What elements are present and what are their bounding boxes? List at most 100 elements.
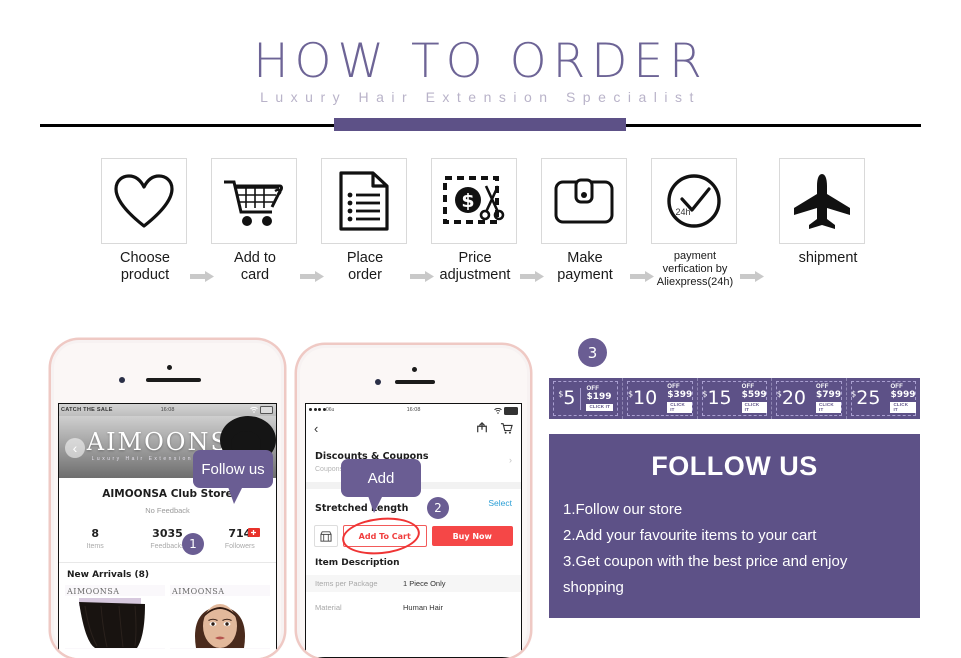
back-icon[interactable]: ‹	[314, 422, 318, 435]
coupon-divider	[580, 387, 582, 410]
step-label: Place order	[346, 250, 384, 283]
coupon-details: OFF $599 CLICK IT	[741, 384, 767, 413]
step-icon-box	[211, 158, 297, 244]
select-link[interactable]: Select	[488, 498, 512, 508]
coupon-details: OFF $399 CLICK IT	[667, 384, 693, 413]
follow-us-panel: FOLLOW US 1.Follow our store 2.Add your …	[549, 434, 920, 618]
status-indicators	[250, 406, 273, 414]
header: HOW TO ORDER Luxury Hair Extension Speci…	[0, 0, 961, 140]
nav-actions	[476, 422, 513, 434]
step-icon-box	[101, 158, 187, 244]
coupon-item[interactable]: $10 OFF $399 CLICK IT	[623, 378, 698, 419]
phone-camera-icon	[119, 377, 125, 383]
phone-speaker-icon	[395, 380, 435, 384]
step-icon-box	[541, 158, 627, 244]
clock-24h-label: 24h	[675, 207, 690, 217]
row-label: Stretched Length	[315, 503, 409, 514]
coupon-amount: $10	[627, 387, 658, 409]
header-divider-accent	[334, 118, 626, 131]
coupon-details: OFF $199 CLICK IT	[586, 386, 614, 411]
phone2-screen: 06u 16:08 ‹ Discounts & Coupons Coupons …	[305, 403, 522, 658]
document-list-icon	[339, 171, 389, 231]
coupon-click-it-button[interactable]: CLICK IT	[741, 402, 767, 413]
share-icon[interactable]	[476, 422, 488, 434]
coupon-item[interactable]: $15 OFF $599 CLICK IT	[698, 378, 773, 419]
step-badge-2: 2	[427, 497, 449, 519]
stat-followers: 714 Followers	[204, 527, 276, 550]
add-bubble-label: Add	[367, 469, 395, 487]
step-icon-box: $	[431, 158, 517, 244]
step-price-adjustment: $ Price adjustment	[431, 158, 519, 284]
coupon-item[interactable]: $25 OFF $999 CLICK IT	[847, 378, 920, 419]
phone-proximity-sensor-icon	[412, 367, 417, 372]
follow-plus-badge-icon[interactable]	[247, 528, 260, 537]
phone2-status-bar: 06u 16:08	[306, 404, 521, 416]
coupon-details: OFF $799 CLICK IT	[816, 384, 842, 413]
product-card[interactable]: AIMOONSA	[170, 585, 270, 649]
page-subtitle: Luxury Hair Extension Specialist	[260, 89, 701, 105]
step-place-order: Place order	[321, 158, 409, 284]
step-label: shipment	[798, 250, 858, 266]
add-bubble: Add	[341, 459, 421, 513]
step-label: Make payment	[557, 250, 613, 283]
battery-icon	[504, 407, 518, 415]
coupon-strip: $5 OFF $199 CLICK IT $10 OFF $399 CLICK …	[549, 378, 920, 419]
cart-icon[interactable]	[500, 422, 513, 434]
wallet-icon	[554, 178, 614, 224]
wifi-icon	[494, 408, 502, 414]
chevron-right-icon[interactable]: ›	[509, 455, 512, 465]
order-steps: Choose product Add to card Place order $…	[0, 158, 961, 298]
bubble-tail-icon	[367, 493, 384, 513]
coupon-click-it-button[interactable]: CLICK IT	[586, 404, 614, 411]
price-cut-dollar-icon: $	[443, 176, 505, 224]
step-icon-box: 24h	[651, 158, 737, 244]
phone-camera-icon	[375, 379, 381, 385]
store-icon[interactable]	[314, 525, 338, 547]
status-time: 16:08	[406, 407, 421, 413]
product-card[interactable]: AIMOONSA	[65, 585, 165, 649]
step-label: Add to card	[234, 250, 276, 283]
step-arrow-icon	[740, 271, 764, 282]
follow-us-title: FOLLOW US	[651, 451, 818, 481]
item-description-heading: Item Description	[315, 558, 400, 568]
phone2-nav-bar: ‹	[306, 416, 521, 443]
heart-icon	[114, 173, 174, 228]
clock-check-icon: 24h	[667, 174, 721, 228]
step-label: Price adjustment	[439, 250, 511, 283]
coupon-inner: $20 OFF $799 CLICK IT	[776, 381, 842, 416]
phone1-screen: CATCH THE SALE 16:08 AIMOONSA Luxury Hai…	[58, 403, 277, 658]
page-title: HOW TO ORDER	[253, 34, 708, 89]
coupon-inner: $5 OFF $199 CLICK IT	[553, 381, 619, 416]
step-choose-product: Choose product	[101, 158, 189, 284]
coupon-amount: $5	[558, 387, 576, 409]
battery-icon	[260, 406, 273, 414]
step-make-payment: Make payment	[541, 158, 629, 284]
buy-now-button[interactable]: Buy Now	[431, 526, 513, 546]
list-item: 2.Add your favourite items to your cart	[563, 527, 817, 544]
back-button[interactable]: ‹	[65, 438, 85, 458]
step-label: Choose product	[120, 250, 170, 283]
phone1-status-bar: CATCH THE SALE 16:08	[59, 404, 276, 416]
bubble-tail-icon	[227, 484, 244, 504]
coupon-click-it-button[interactable]: CLICK IT	[667, 402, 693, 413]
coupon-click-it-button[interactable]: CLICK IT	[890, 402, 916, 413]
step-icon-box	[779, 158, 865, 244]
stat-items: 8 Items	[86, 527, 104, 550]
coupon-inner: $10 OFF $399 CLICK IT	[627, 381, 693, 416]
step-label: payment verfication by Aliexpress(24h)	[656, 250, 734, 288]
coupon-click-it-button[interactable]: CLICK IT	[816, 402, 842, 413]
coupon-item[interactable]: $20 OFF $799 CLICK IT	[772, 378, 847, 419]
airplane-icon	[794, 174, 850, 229]
step-badge-3: 3	[578, 338, 607, 367]
list-item: 3.Get coupon with the best price and enj…	[563, 553, 848, 570]
step-payment-verification: 24h payment verfication by Aliexpress(24…	[651, 158, 739, 289]
how-to-order-infographic: HOW TO ORDER Luxury Hair Extension Speci…	[0, 0, 961, 658]
coupon-item[interactable]: $5 OFF $199 CLICK IT	[549, 378, 624, 419]
svg-text:$: $	[461, 190, 474, 212]
follow-us-instructions: 1.Follow our store 2.Add your favourite …	[549, 482, 920, 601]
phone-mockup-store: CATCH THE SALE 16:08 AIMOONSA Luxury Hai…	[51, 340, 284, 658]
table-row: Items per Package 1 Piece Only	[306, 575, 521, 592]
wifi-icon	[250, 407, 258, 413]
coupon-amount: $20	[776, 387, 807, 409]
phone-proximity-sensor-icon	[167, 365, 172, 370]
